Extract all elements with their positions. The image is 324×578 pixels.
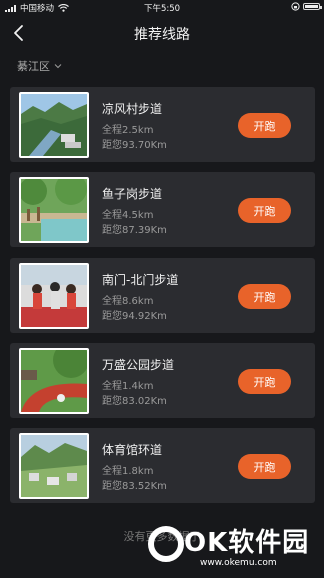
watermark-url: www.okemu.com [200, 558, 277, 568]
route-distance: 距您93.70Km [102, 140, 167, 151]
route-thumbnail [19, 348, 89, 414]
route-card[interactable]: 南门-北门步道 全程8.6km 距您94.92Km 开跑 [10, 258, 315, 333]
watermark-logo: OK软件园 www.okemu.com [146, 520, 324, 576]
route-length: 全程8.6km [102, 296, 154, 307]
route-thumbnail [19, 92, 89, 158]
nav-bar: 推荐线路 [0, 16, 324, 50]
route-thumbnail [19, 433, 89, 499]
route-distance: 距您83.02Km [102, 396, 167, 407]
route-name: 体育馆环道 [102, 443, 163, 457]
route-name: 鱼子岗步道 [102, 187, 163, 201]
route-name: 凉风村步道 [102, 102, 163, 116]
route-card[interactable]: 体育馆环道 全程1.8km 距您83.52Km 开跑 [10, 428, 315, 503]
route-card[interactable]: 凉风村步道 全程2.5km 距您93.70Km 开跑 [10, 87, 315, 162]
route-card[interactable]: 鱼子岗步道 全程4.5km 距您87.39Km 开跑 [10, 172, 315, 247]
district-dropdown[interactable]: 綦江区 [17, 58, 62, 74]
watermark-brand: OK软件园 [184, 528, 310, 558]
route-length: 全程4.5km [102, 210, 154, 221]
start-run-button[interactable]: 开跑 [238, 198, 291, 223]
route-thumbnail [19, 177, 89, 243]
start-run-button[interactable]: 开跑 [238, 369, 291, 394]
route-length: 全程1.4km [102, 381, 154, 392]
chevron-down-icon [54, 64, 62, 69]
start-run-button[interactable]: 开跑 [238, 454, 291, 479]
route-thumbnail [19, 263, 89, 329]
route-distance: 距您94.92Km [102, 311, 167, 322]
ok-logo-icon [148, 526, 184, 562]
route-distance: 距您87.39Km [102, 225, 167, 236]
battery-icon [303, 3, 322, 10]
start-run-button[interactable]: 开跑 [238, 284, 291, 309]
status-bar: 中国移动 下午5:50 [0, 0, 324, 16]
start-run-button[interactable]: 开跑 [238, 113, 291, 138]
route-length: 全程1.8km [102, 466, 154, 477]
route-name: 南门-北门步道 [102, 273, 179, 287]
route-card[interactable]: 万盛公园步道 全程1.4km 距您83.02Km 开跑 [10, 343, 315, 418]
route-distance: 距您83.52Km [102, 481, 167, 492]
route-length: 全程2.5km [102, 125, 154, 136]
rotation-lock-icon [291, 2, 300, 11]
district-label: 綦江区 [17, 60, 50, 73]
page-title: 推荐线路 [134, 27, 190, 43]
route-name: 万盛公园步道 [102, 358, 175, 372]
status-time: 下午5:50 [143, 4, 181, 14]
status-right [291, 2, 322, 11]
